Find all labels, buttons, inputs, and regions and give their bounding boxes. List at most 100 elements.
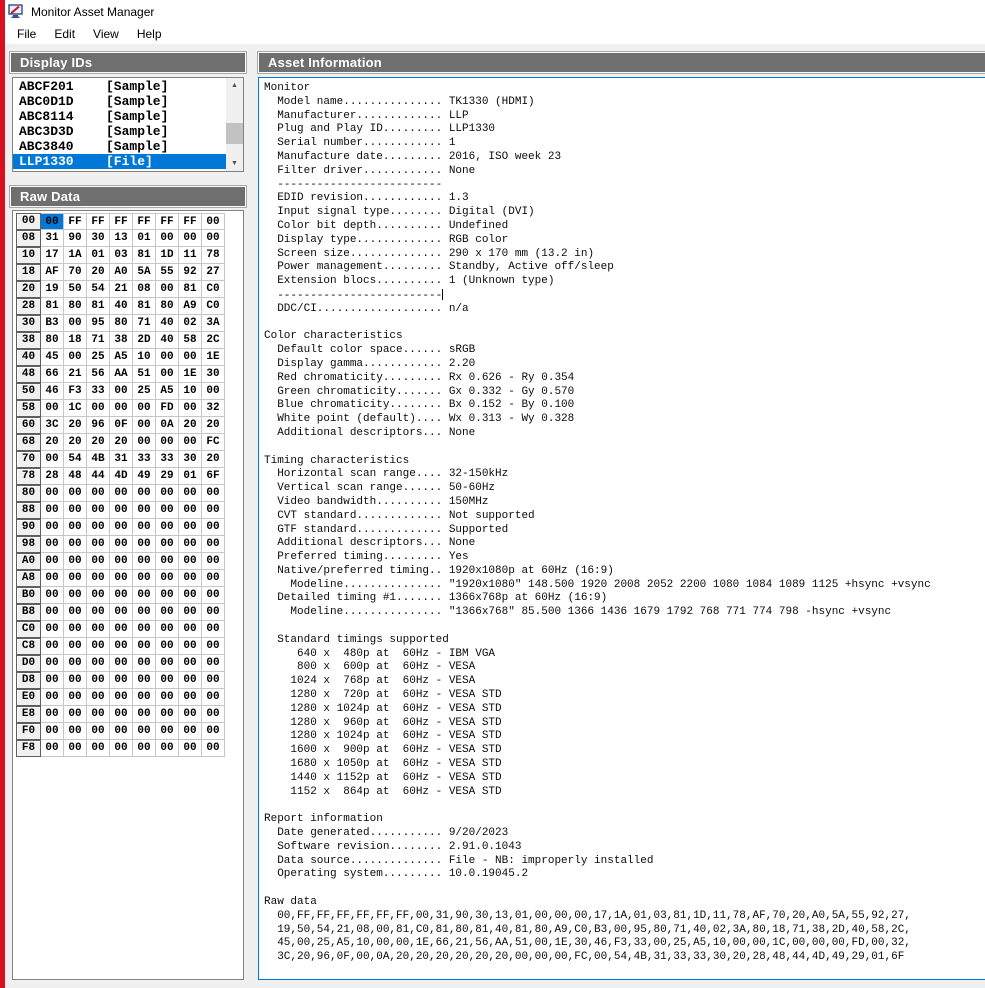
hex-cell[interactable]: A0 [110,264,133,281]
hex-cell[interactable]: 81 [41,298,64,315]
hex-cell[interactable]: 00 [110,706,133,723]
menu-view[interactable]: View [84,25,128,43]
hex-cell[interactable]: 00 [179,502,202,519]
menu-file[interactable]: File [8,25,45,43]
hex-address-button[interactable]: 78 [16,468,41,485]
hex-cell[interactable]: 56 [87,366,110,383]
hex-cell[interactable]: C0 [202,298,225,315]
hex-cell[interactable]: FF [110,213,133,230]
hex-cell[interactable]: 00 [179,604,202,621]
hex-cell[interactable]: FF [133,213,156,230]
hex-cell[interactable]: 00 [87,723,110,740]
hex-address-button[interactable]: F0 [16,723,41,740]
hex-cell[interactable]: 20 [87,264,110,281]
hex-cell[interactable]: 00 [179,519,202,536]
hex-cell[interactable]: 00 [202,672,225,689]
hex-cell[interactable]: 10 [133,349,156,366]
hex-cell[interactable]: 2C [202,332,225,349]
hex-cell[interactable]: 00 [64,315,87,332]
hex-cell[interactable]: 00 [156,553,179,570]
hex-cell[interactable]: 00 [64,621,87,638]
hex-cell[interactable]: 00 [41,519,64,536]
hex-address-button[interactable]: 70 [16,451,41,468]
hex-cell[interactable]: 00 [41,740,64,757]
hex-cell[interactable]: 27 [202,264,225,281]
hex-cell[interactable]: 00 [133,536,156,553]
hex-address-button[interactable]: A0 [16,553,41,570]
hex-cell[interactable]: 25 [87,349,110,366]
hex-cell[interactable]: 00 [41,485,64,502]
hex-cell[interactable]: 96 [87,417,110,434]
hex-cell[interactable]: 00 [110,655,133,672]
hex-cell[interactable]: 00 [156,502,179,519]
hex-cell[interactable]: 1E [202,349,225,366]
hex-cell[interactable]: 3A [202,315,225,332]
hex-cell[interactable]: 00 [87,689,110,706]
hex-cell[interactable]: 00 [64,655,87,672]
hex-cell[interactable]: 00 [179,230,202,247]
hex-cell[interactable]: 00 [179,400,202,417]
hex-cell[interactable]: 49 [133,468,156,485]
hex-address-button[interactable]: D0 [16,655,41,672]
hex-cell[interactable]: 33 [133,451,156,468]
hex-cell[interactable]: 00 [156,434,179,451]
hex-cell[interactable]: 00 [179,349,202,366]
hex-cell[interactable]: 00 [87,553,110,570]
hex-cell[interactable]: 31 [41,230,64,247]
hex-cell[interactable]: 17 [41,247,64,264]
hex-cell[interactable]: 00 [87,672,110,689]
hex-cell[interactable]: 00 [87,570,110,587]
hex-cell[interactable]: 50 [64,281,87,298]
hex-address-button[interactable]: 50 [16,383,41,400]
hex-cell[interactable]: 25 [133,383,156,400]
hex-cell[interactable]: 33 [87,383,110,400]
hex-cell[interactable]: 00 [156,485,179,502]
hex-cell[interactable]: 4B [87,451,110,468]
hex-cell[interactable]: 00 [110,570,133,587]
hex-cell[interactable]: 03 [110,247,133,264]
hex-cell[interactable]: 00 [133,400,156,417]
hex-cell[interactable]: 00 [179,621,202,638]
hex-cell[interactable]: 29 [156,468,179,485]
hex-cell[interactable]: 2D [133,332,156,349]
hex-cell[interactable]: 32 [202,400,225,417]
hex-cell[interactable]: 00 [110,587,133,604]
hex-cell[interactable]: 00 [41,638,64,655]
hex-cell[interactable]: 45 [41,349,64,366]
hex-cell[interactable]: 00 [133,519,156,536]
hex-cell[interactable]: 00 [156,689,179,706]
hex-cell[interactable]: 01 [179,468,202,485]
hex-cell[interactable]: 00 [156,740,179,757]
hex-cell[interactable]: 81 [87,298,110,315]
hex-cell[interactable]: 00 [179,570,202,587]
hex-cell[interactable]: 21 [110,281,133,298]
hex-cell[interactable]: 54 [64,451,87,468]
hex-cell[interactable]: 01 [133,230,156,247]
hex-cell[interactable]: 00 [64,604,87,621]
hex-cell[interactable]: 00 [64,519,87,536]
hex-cell[interactable]: 20 [110,434,133,451]
hex-cell[interactable]: 38 [110,332,133,349]
hex-cell[interactable]: 0A [156,417,179,434]
hex-cell[interactable]: 00 [156,604,179,621]
hex-cell[interactable]: 20 [202,451,225,468]
hex-cell[interactable]: F3 [64,383,87,400]
hex-cell[interactable]: FF [179,213,202,230]
hex-cell[interactable]: 00 [202,213,225,230]
hex-cell[interactable]: 00 [133,434,156,451]
hex-cell[interactable]: 00 [64,740,87,757]
hex-cell[interactable]: 6F [202,468,225,485]
hex-cell[interactable]: 71 [133,315,156,332]
hex-cell[interactable]: AA [110,366,133,383]
hex-cell[interactable]: 28 [41,468,64,485]
hex-cell[interactable]: 10 [179,383,202,400]
hex-cell[interactable]: 00 [64,349,87,366]
hex-cell[interactable]: 00 [179,587,202,604]
hex-cell[interactable]: 00 [202,502,225,519]
hex-cell[interactable]: 00 [110,519,133,536]
hex-cell[interactable]: 00 [133,570,156,587]
hex-cell[interactable]: 00 [87,621,110,638]
scrollbar-thumb[interactable] [226,123,243,144]
hex-cell[interactable]: 80 [64,298,87,315]
hex-cell[interactable]: 00 [179,672,202,689]
